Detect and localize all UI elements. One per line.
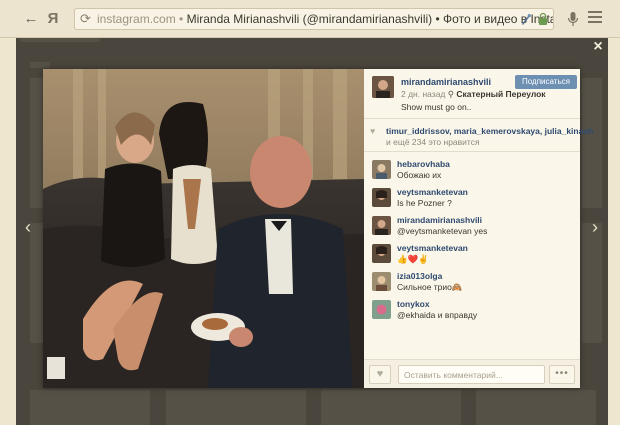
- comment-text: 👍❤️✌️: [397, 254, 429, 264]
- reload-icon[interactable]: ⟳: [80, 9, 91, 29]
- post-caption: Show must go on..: [401, 102, 472, 112]
- comment-username[interactable]: veytsmanketevan: [397, 187, 468, 197]
- likes-count[interactable]: и ещё 234 это нравится: [386, 137, 480, 147]
- next-arrow-icon[interactable]: ›: [588, 217, 602, 237]
- comment-text: Is he Pozner ?: [397, 198, 452, 208]
- avatar[interactable]: [372, 244, 391, 263]
- post-location[interactable]: Скатерный Переулок: [456, 89, 545, 99]
- like-heart-icon[interactable]: ♥: [369, 365, 391, 384]
- post-meta: 2 дн. назад ⚲ Скатерный Переулок: [401, 89, 546, 100]
- back-arrow-icon[interactable]: ←: [20, 8, 42, 30]
- post-time[interactable]: 2 дн. назад: [401, 89, 445, 99]
- microphone-icon[interactable]: [566, 8, 580, 30]
- follow-button[interactable]: Подписаться: [515, 75, 577, 89]
- url-separator: •: [179, 12, 187, 26]
- comment-text: Обожаю их: [397, 170, 442, 180]
- likes-names[interactable]: timur_iddrissov, maria_kemerovskaya, jul…: [386, 126, 593, 136]
- close-icon[interactable]: ×: [590, 39, 606, 55]
- comment-username[interactable]: hebarovhaba: [397, 159, 450, 169]
- browser-toolbar: ← Я ⟳ instagram.com • Miranda Mirianashv…: [0, 0, 620, 38]
- url-domain: instagram.com: [97, 12, 176, 26]
- address-bar[interactable]: ⟳ instagram.com • Miranda Mirianashvili …: [74, 8, 554, 30]
- avatar[interactable]: [372, 188, 391, 207]
- location-pin-icon: ⚲: [447, 89, 454, 99]
- comment-item: tonykox @ekhaida и вправду: [364, 297, 580, 325]
- comment-item: hebarovhaba Обожаю их: [364, 157, 580, 185]
- hamburger-menu-icon[interactable]: [588, 11, 602, 25]
- lock-icon[interactable]: [537, 12, 549, 26]
- post-username[interactable]: mirandamirianashvili: [401, 77, 491, 87]
- comment-username[interactable]: tonykox: [397, 299, 430, 309]
- heart-icon: ♥: [370, 126, 376, 136]
- avatar[interactable]: [372, 300, 391, 319]
- yandex-logo-icon[interactable]: Я: [42, 8, 64, 30]
- avatar[interactable]: [372, 216, 391, 235]
- comment-text: Сильное трио🙈: [397, 282, 463, 292]
- comment-username[interactable]: mirandamirianashvili: [397, 215, 482, 225]
- post-modal: mirandamirianashvili Подписаться 2 дн. н…: [43, 69, 593, 388]
- comment-text: @ekhaida и вправду: [397, 310, 478, 320]
- post-photo[interactable]: [43, 69, 364, 388]
- avatar[interactable]: [372, 76, 394, 98]
- page-title: Miranda Mirianashvili (@mirandamirianash…: [186, 12, 554, 26]
- prev-arrow-icon[interactable]: ‹: [21, 217, 35, 237]
- comment-username[interactable]: izia013olga: [397, 271, 442, 281]
- comment-text: @veytsmanketevan yes: [397, 226, 488, 236]
- comment-item: veytsmanketevan Is he Pozner ?: [364, 185, 580, 213]
- rocket-icon[interactable]: [520, 12, 532, 26]
- comment-item: izia013olga Сильное трио🙈: [364, 269, 580, 297]
- comment-item: mirandamirianashvili @veytsmanketevan ye…: [364, 213, 580, 241]
- more-options-button[interactable]: •••: [549, 365, 575, 384]
- comment-item: veytsmanketevan 👍❤️✌️: [364, 241, 580, 269]
- post-footer: ♥ •••: [364, 359, 580, 388]
- avatar[interactable]: [372, 272, 391, 291]
- likes-section: ♥ timur_iddrissov, maria_kemerovskaya, j…: [364, 120, 593, 152]
- comment-input[interactable]: [398, 365, 545, 384]
- comment-username[interactable]: veytsmanketevan: [397, 243, 468, 253]
- avatar[interactable]: [372, 160, 391, 179]
- post-header: mirandamirianashvili Подписаться 2 дн. н…: [364, 69, 580, 119]
- post-sidebar: mirandamirianashvili Подписаться 2 дн. н…: [364, 69, 593, 388]
